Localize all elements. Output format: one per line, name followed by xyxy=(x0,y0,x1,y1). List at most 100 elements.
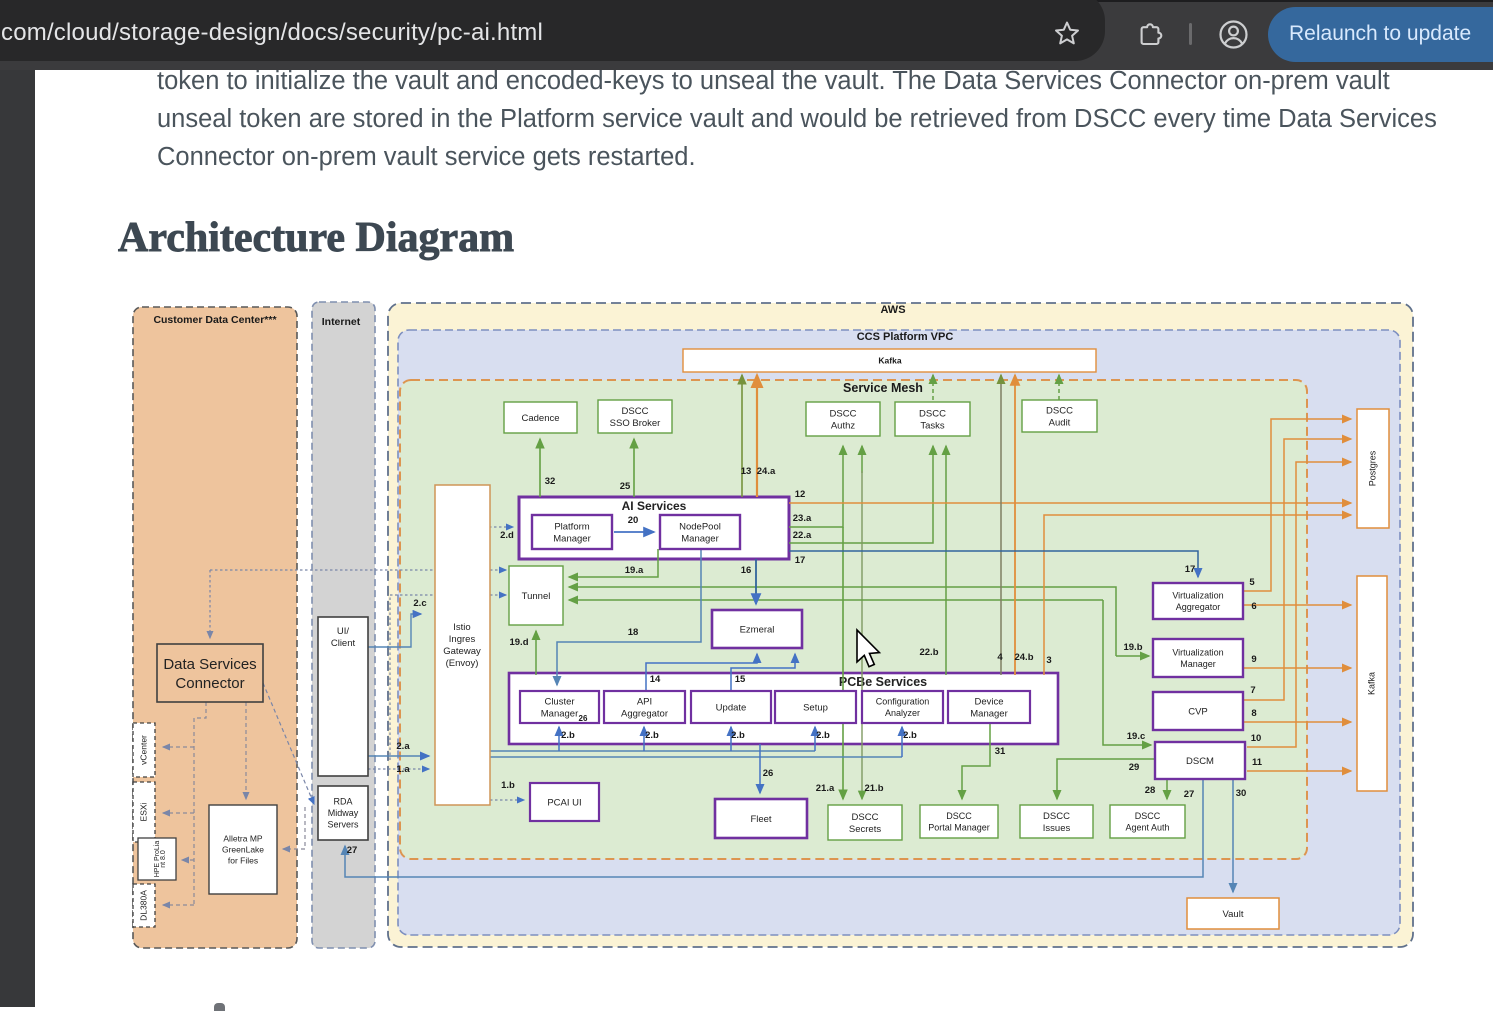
svg-text:Cadence: Cadence xyxy=(521,413,559,424)
svg-text:Manager: Manager xyxy=(970,708,1008,719)
svg-text:21.b: 21.b xyxy=(864,783,883,794)
svg-text:1.a: 1.a xyxy=(396,764,410,775)
svg-text:4: 4 xyxy=(997,652,1003,663)
svg-text:Ingres: Ingres xyxy=(449,634,476,645)
svg-text:Virtualization: Virtualization xyxy=(1172,590,1223,600)
svg-text:Gateway: Gateway xyxy=(443,646,481,657)
svg-text:Tasks: Tasks xyxy=(920,420,945,431)
svg-text:Kafka: Kafka xyxy=(878,356,901,366)
svg-text:Setup: Setup xyxy=(803,702,828,713)
svg-text:AI Services: AI Services xyxy=(622,499,687,513)
svg-text:DL380A: DL380A xyxy=(138,890,148,921)
svg-text:2.d: 2.d xyxy=(500,530,514,541)
svg-text:API: API xyxy=(637,696,652,707)
svg-text:Vault: Vault xyxy=(1223,909,1244,920)
svg-text:24.a: 24.a xyxy=(757,466,776,477)
svg-text:DSCC: DSCC xyxy=(622,406,649,417)
svg-text:Manager: Manager xyxy=(681,533,719,544)
svg-text:29: 29 xyxy=(1129,762,1140,773)
svg-text:17: 17 xyxy=(1185,564,1196,575)
svg-text:Tunnel: Tunnel xyxy=(522,591,551,602)
svg-text:31: 31 xyxy=(995,746,1006,757)
svg-text:2.b: 2.b xyxy=(645,730,659,741)
svg-text:RDA: RDA xyxy=(333,797,352,807)
svg-text:24.b: 24.b xyxy=(1014,652,1033,663)
svg-text:DSCC: DSCC xyxy=(946,811,972,821)
svg-text:DSCM: DSCM xyxy=(1186,756,1214,767)
svg-text:PCBe Services: PCBe Services xyxy=(839,675,927,689)
svg-text:Virtualization: Virtualization xyxy=(1172,647,1223,657)
svg-text:DSCC: DSCC xyxy=(830,408,857,419)
svg-text:17: 17 xyxy=(795,555,806,566)
svg-text:Aggregator: Aggregator xyxy=(621,708,668,719)
svg-text:9: 9 xyxy=(1251,654,1256,665)
svg-text:32: 32 xyxy=(545,476,556,487)
svg-text:Device: Device xyxy=(974,696,1003,707)
svg-text:19.b: 19.b xyxy=(1123,642,1142,653)
svg-text:28: 28 xyxy=(1145,785,1156,796)
svg-text:for Files: for Files xyxy=(228,855,258,865)
svg-text:26: 26 xyxy=(579,714,588,723)
svg-text:6: 6 xyxy=(1251,601,1256,612)
svg-text:Data Services: Data Services xyxy=(163,656,256,673)
svg-text:DSCC: DSCC xyxy=(1135,811,1161,821)
svg-text:2.a: 2.a xyxy=(396,741,410,752)
svg-text:Servers: Servers xyxy=(327,820,359,830)
svg-text:Cluster: Cluster xyxy=(544,696,574,707)
svg-text:Service Mesh: Service Mesh xyxy=(843,381,923,395)
svg-text:ESXi: ESXi xyxy=(138,802,148,821)
svg-text:14: 14 xyxy=(650,674,661,685)
svg-text:Kafka: Kafka xyxy=(1366,672,1376,695)
svg-text:Manager: Manager xyxy=(1180,659,1216,669)
svg-text:15: 15 xyxy=(735,674,746,685)
svg-text:7: 7 xyxy=(1250,685,1255,696)
svg-text:2.b: 2.b xyxy=(816,730,830,741)
svg-text:DSCC: DSCC xyxy=(1043,811,1070,822)
svg-text:10: 10 xyxy=(1251,733,1262,744)
svg-text:13: 13 xyxy=(741,466,752,477)
svg-text:25: 25 xyxy=(620,481,631,492)
svg-text:16: 16 xyxy=(741,565,752,576)
svg-text:Alletra MP: Alletra MP xyxy=(223,833,263,843)
svg-text:(Envoy): (Envoy) xyxy=(446,658,479,669)
svg-text:nt 8.0: nt 8.0 xyxy=(160,850,167,868)
svg-text:PCAI UI: PCAI UI xyxy=(547,797,581,808)
svg-text:Portal Manager: Portal Manager xyxy=(928,822,990,832)
svg-text:20: 20 xyxy=(628,515,639,526)
svg-text:CCS Platform VPC: CCS Platform VPC xyxy=(857,331,954,343)
svg-text:2.b: 2.b xyxy=(731,730,745,741)
svg-text:Secrets: Secrets xyxy=(849,824,881,835)
svg-text:2.c: 2.c xyxy=(413,598,426,609)
svg-text:19.a: 19.a xyxy=(625,565,644,576)
svg-text:21.a: 21.a xyxy=(816,783,835,794)
svg-text:11: 11 xyxy=(1252,757,1263,768)
svg-text:Fleet: Fleet xyxy=(750,814,771,825)
svg-text:23.a: 23.a xyxy=(793,513,812,524)
svg-text:vCenter: vCenter xyxy=(138,735,148,765)
svg-text:19.c: 19.c xyxy=(1127,731,1146,742)
svg-text:2.b: 2.b xyxy=(903,730,917,741)
svg-text:18: 18 xyxy=(628,627,639,638)
svg-text:SSO Broker: SSO Broker xyxy=(610,418,661,429)
svg-text:Manager: Manager xyxy=(553,533,591,544)
svg-text:NodePool: NodePool xyxy=(679,521,721,532)
svg-text:DSCC: DSCC xyxy=(852,812,879,823)
svg-text:Ezmeral: Ezmeral xyxy=(740,624,775,635)
svg-text:DSCC: DSCC xyxy=(1046,405,1073,416)
svg-text:Platform: Platform xyxy=(554,521,589,532)
svg-text:Update: Update xyxy=(716,702,747,713)
svg-text:Postgres: Postgres xyxy=(1367,450,1377,486)
svg-text:5: 5 xyxy=(1249,577,1255,588)
svg-text:Authz: Authz xyxy=(831,420,856,431)
svg-text:Customer Data Center***: Customer Data Center*** xyxy=(153,314,277,326)
svg-text:Manager: Manager xyxy=(541,708,579,719)
svg-text:Connector: Connector xyxy=(175,675,244,692)
svg-text:Issues: Issues xyxy=(1043,823,1071,834)
svg-text:Midway: Midway xyxy=(328,808,359,818)
svg-text:Audit: Audit xyxy=(1049,417,1071,428)
svg-text:3: 3 xyxy=(1046,655,1051,666)
svg-text:27: 27 xyxy=(1184,789,1195,800)
svg-text:30: 30 xyxy=(1236,788,1247,799)
svg-text:1.b: 1.b xyxy=(501,780,515,791)
svg-text:CVP: CVP xyxy=(1188,706,1208,717)
